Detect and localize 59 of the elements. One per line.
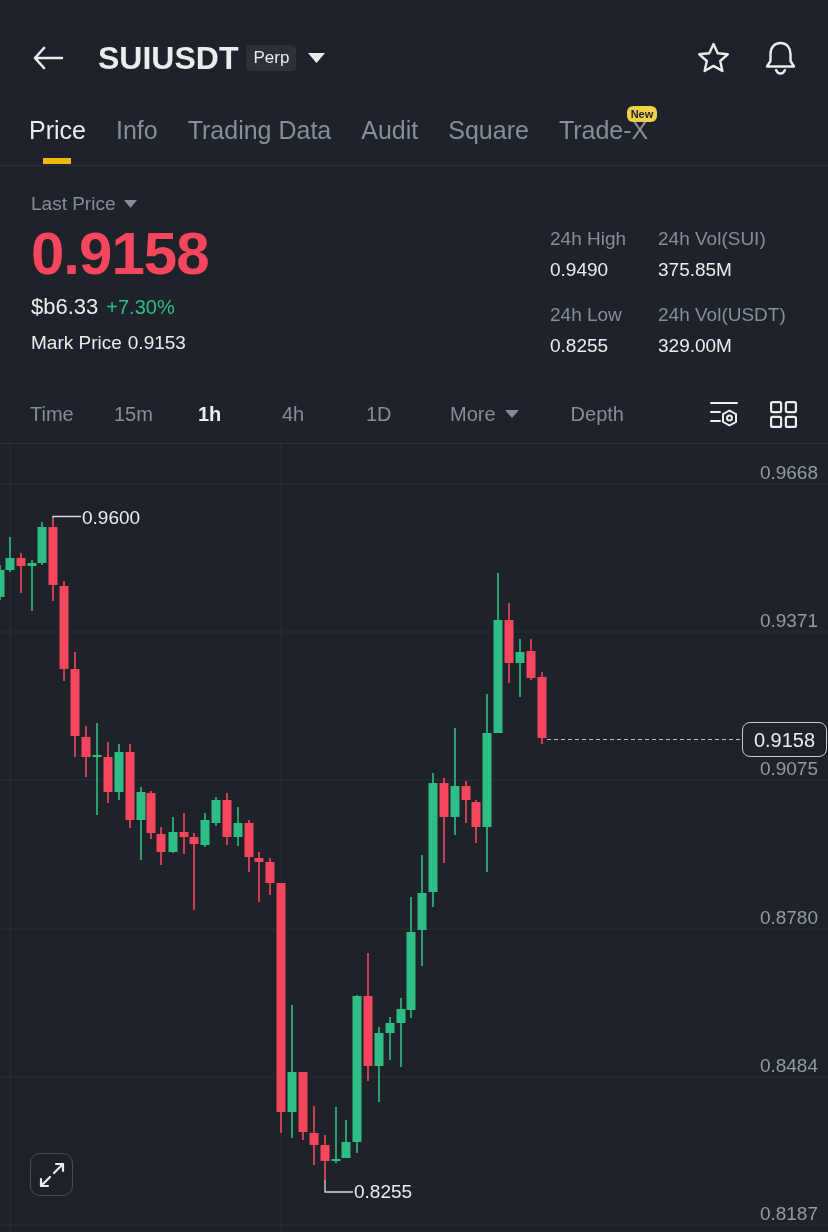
stat-label: 24h Low: [550, 303, 623, 327]
expand-button[interactable]: [30, 1153, 73, 1196]
low-price-label: 0.8255: [354, 1180, 413, 1204]
candle: [244, 820, 254, 872]
stat-label: 24h Vol(USDT): [658, 303, 786, 327]
candle: [27, 560, 37, 611]
tab[interactable]: Info: [115, 116, 158, 165]
price-axis-label: 0.8484: [759, 1054, 818, 1078]
candle: [320, 1135, 330, 1180]
leader-line: [52, 515, 82, 519]
fiat-value: $b6.33: [31, 293, 99, 321]
price-axis-label: 0.8780: [759, 906, 818, 930]
tab[interactable]: Price: [29, 116, 86, 165]
candle: [168, 817, 178, 853]
candle: [156, 827, 166, 865]
stat-value: 0.8255: [550, 334, 610, 358]
mark-price-label: Mark Price: [31, 331, 122, 355]
stat-label: 24h High: [550, 227, 628, 251]
last-price: 0.9158: [31, 224, 210, 284]
price-axis-label: 0.9075: [759, 757, 818, 781]
caret-icon[interactable]: [308, 53, 326, 63]
pair-symbol: SUIUSDT: [98, 39, 239, 77]
candle: [233, 807, 243, 846]
interval-tab[interactable]: 4h: [282, 401, 344, 427]
expand-icon: [38, 1161, 65, 1188]
caret-icon: [504, 410, 519, 418]
stat-value: 0.9490: [550, 258, 610, 282]
stat-value: 329.00M: [658, 334, 733, 358]
tab[interactable]: Square: [448, 116, 529, 165]
last-price-label[interactable]: Last Price: [31, 192, 116, 216]
tab[interactable]: Audit: [361, 116, 419, 165]
price-axis-label: 0.8187: [759, 1202, 818, 1226]
leader-line: [324, 1179, 354, 1193]
price-axis-label: 0.9371: [759, 609, 818, 633]
mark-price: 0.9153: [127, 331, 186, 355]
interval-tab[interactable]: More: [450, 401, 519, 427]
list-settings-icon[interactable]: [710, 400, 738, 428]
candle: [309, 1106, 319, 1165]
new-badge: New: [626, 106, 658, 122]
star-icon[interactable]: [697, 42, 730, 74]
tab[interactable]: Trading Data: [187, 116, 332, 165]
candle: [515, 639, 525, 697]
contract-type-badge: Perp: [246, 45, 297, 71]
interval-tab[interactable]: Depth: [570, 401, 633, 427]
high-price-label: 0.9600: [82, 506, 141, 530]
stat-value: 375.85M: [658, 258, 733, 282]
candle: [16, 553, 26, 593]
price-change: +7.30%: [106, 295, 175, 320]
bell-icon[interactable]: [764, 41, 797, 75]
candle: [254, 852, 264, 902]
stat-label: 24h Vol(SUI): [658, 227, 767, 251]
interval-tab[interactable]: 1D: [366, 401, 428, 427]
interval-tab[interactable]: 15m: [114, 401, 176, 427]
interval-tab[interactable]: Time: [30, 401, 92, 427]
interval-tab[interactable]: 1h: [198, 401, 260, 427]
grid-icon[interactable]: [770, 400, 797, 428]
price-axis-label: 0.9668: [759, 461, 818, 485]
back-arrow-icon[interactable]: [33, 46, 63, 70]
last-price-tag: 0.9158: [742, 722, 827, 757]
